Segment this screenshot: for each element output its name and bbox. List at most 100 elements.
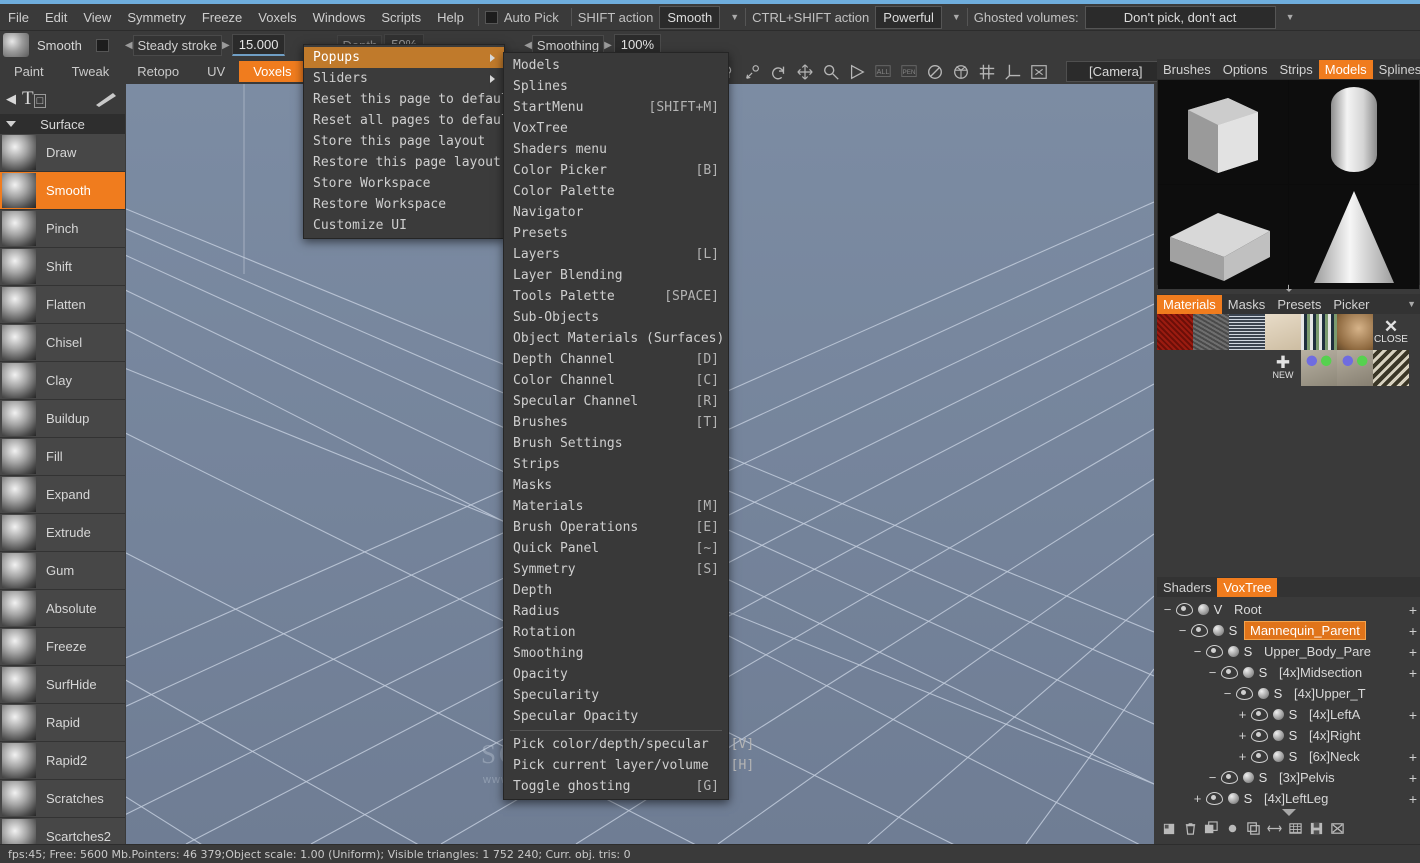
- voxtree-node-name[interactable]: [4x]LeftA: [1304, 706, 1365, 723]
- windows-menu-item[interactable]: Store Workspace: [304, 173, 504, 194]
- material-swatch-gems-1[interactable]: [1301, 350, 1337, 386]
- popups-menu-item[interactable]: Specular Opacity: [504, 706, 728, 727]
- add-volume-icon[interactable]: [1162, 821, 1177, 836]
- brush-stroke-icon[interactable]: [93, 90, 119, 108]
- add-child-icon[interactable]: +: [1409, 623, 1417, 639]
- popups-menu-item[interactable]: Layer Blending: [504, 265, 728, 286]
- tool-surfhide[interactable]: SurfHide: [0, 666, 125, 704]
- add-child-icon[interactable]: +: [1409, 602, 1417, 618]
- expand-icon[interactable]: +: [1236, 707, 1249, 722]
- menu-file[interactable]: File: [0, 7, 37, 28]
- tab-splines[interactable]: Splines: [1373, 60, 1420, 79]
- tool-expand[interactable]: Expand: [0, 476, 125, 514]
- zoom-icon[interactable]: [822, 63, 840, 81]
- chevron-down-icon[interactable]: ▼: [730, 12, 739, 22]
- steady-stroke-checkbox[interactable]: [95, 38, 109, 52]
- windows-menu-item[interactable]: Store this page layout: [304, 131, 504, 152]
- popups-menu-item[interactable]: Rotation: [504, 622, 728, 643]
- visibility-eye-icon[interactable]: [1236, 687, 1253, 700]
- popups-menu-item[interactable]: Quick Panel [~]: [504, 538, 728, 559]
- mode-tab-tweak[interactable]: Tweak: [58, 61, 124, 82]
- visibility-eye-icon[interactable]: [1191, 624, 1208, 637]
- popups-menu-item[interactable]: Depth: [504, 580, 728, 601]
- text-tool-icon[interactable]: T □: [22, 88, 47, 110]
- tool-buildup[interactable]: Buildup: [0, 400, 125, 438]
- tab-presets[interactable]: Presets: [1271, 295, 1327, 314]
- tool-flatten[interactable]: Flatten: [0, 286, 125, 324]
- chevron-down-icon[interactable]: ▼: [952, 12, 961, 22]
- voxtree-node-name[interactable]: Upper_Body_Pare: [1259, 643, 1376, 660]
- windows-menu-item[interactable]: Sliders: [304, 68, 504, 89]
- popups-menu-item[interactable]: Materials [M]: [504, 496, 728, 517]
- voxtree-row[interactable]: − V Root +: [1157, 599, 1420, 620]
- model-cube[interactable]: [1158, 80, 1288, 184]
- chevron-down-icon[interactable]: [6, 121, 16, 127]
- material-swatch-grey[interactable]: [1193, 314, 1229, 350]
- model-capsule[interactable]: [1289, 80, 1419, 184]
- popups-menu-item[interactable]: Brushes [T]: [504, 412, 728, 433]
- popups-menu-item[interactable]: Shaders menu: [504, 139, 728, 160]
- move-icon[interactable]: [796, 63, 814, 81]
- current-brush-icon[interactable]: [3, 33, 29, 57]
- voxtree-row[interactable]: − S Mannequin_Parent +: [1157, 620, 1420, 641]
- undo-rotate-icon[interactable]: [770, 63, 788, 81]
- popups-menu-item[interactable]: Depth Channel [D]: [504, 349, 728, 370]
- voxtree-node-name[interactable]: [6x]Neck: [1304, 748, 1365, 765]
- model-flat-box[interactable]: [1158, 185, 1288, 289]
- shader-sphere-icon[interactable]: [1258, 688, 1269, 699]
- tool-gum[interactable]: Gum: [0, 552, 125, 590]
- tab-models[interactable]: Models: [1318, 59, 1373, 79]
- voxtree-row[interactable]: − S [4x]Upper_T: [1157, 683, 1420, 704]
- collapse-icon[interactable]: −: [1191, 644, 1204, 659]
- add-child-icon[interactable]: +: [1409, 791, 1417, 807]
- popups-menu-item[interactable]: Object Materials (Surfaces): [504, 328, 728, 349]
- collapse-icon[interactable]: −: [1176, 623, 1189, 638]
- shader-sphere-icon[interactable]: [1228, 646, 1239, 657]
- tool-group-header[interactable]: Surface: [0, 114, 125, 134]
- material-swatch-camo[interactable]: [1373, 350, 1409, 386]
- shader-sphere-icon[interactable]: [1228, 793, 1239, 804]
- sphere-icon[interactable]: [1225, 821, 1240, 836]
- tool-fill[interactable]: Fill: [0, 438, 125, 476]
- tool-draw[interactable]: Draw: [0, 134, 125, 172]
- popups-menu-item[interactable]: Pick current layer/volume [H]: [504, 755, 754, 776]
- ctrl-shift-action-combo[interactable]: Powerful ▼: [875, 5, 961, 29]
- shader-sphere-icon[interactable]: [1243, 667, 1254, 678]
- slider-decrement-icon[interactable]: ◀: [125, 40, 133, 51]
- material-slot-empty-3[interactable]: [1229, 350, 1265, 386]
- windows-menu-item[interactable]: Reset this page to default: [304, 89, 517, 110]
- export-icon[interactable]: [1309, 821, 1324, 836]
- tool-clay[interactable]: Clay: [0, 362, 125, 400]
- voxtree-node-name[interactable]: [4x]Right: [1304, 727, 1365, 744]
- voxtree-node-name[interactable]: [3x]Pelvis: [1274, 769, 1340, 786]
- play-icon[interactable]: [848, 63, 866, 81]
- voxtree-node-name[interactable]: [4x]Upper_T: [1289, 685, 1371, 702]
- visibility-eye-icon[interactable]: [1251, 729, 1268, 742]
- voxtree-node-name[interactable]: Root: [1229, 601, 1266, 618]
- voxtree-row[interactable]: − S Upper_Body_Pare +: [1157, 641, 1420, 662]
- popups-menu-item[interactable]: Specularity: [504, 685, 728, 706]
- voxtree-row[interactable]: − S [3x]Pelvis +: [1157, 767, 1420, 788]
- menu-scripts[interactable]: Scripts: [373, 7, 429, 28]
- close-panel-button[interactable]: ✕ CLOSE: [1373, 314, 1409, 350]
- tab-picker[interactable]: Picker: [1327, 295, 1375, 314]
- visibility-eye-icon[interactable]: [1176, 603, 1193, 616]
- close-vol-icon[interactable]: [1330, 821, 1345, 836]
- voxtree-row[interactable]: − S [4x]Midsection +: [1157, 662, 1420, 683]
- mode-tab-voxels[interactable]: Voxels: [239, 61, 306, 82]
- tab-strips[interactable]: Strips: [1274, 60, 1319, 79]
- material-swatch-red[interactable]: [1157, 314, 1193, 350]
- popups-menu-item[interactable]: Sub-Objects: [504, 307, 728, 328]
- popups-menu-item[interactable]: Color Channel [C]: [504, 370, 728, 391]
- voxtree-row[interactable]: + S [4x]Right: [1157, 725, 1420, 746]
- shader-sphere-icon[interactable]: [1213, 625, 1224, 636]
- collapse-icon[interactable]: −: [1206, 665, 1219, 680]
- menu-edit[interactable]: Edit: [37, 7, 75, 28]
- voxtree-node-name[interactable]: [4x]Midsection: [1274, 664, 1367, 681]
- popups-menu-item[interactable]: Color Picker [B]: [504, 160, 728, 181]
- popups-menu-item[interactable]: Strips: [504, 454, 728, 475]
- tool-rapid2[interactable]: Rapid2: [0, 742, 125, 780]
- tool-chisel[interactable]: Chisel: [0, 324, 125, 362]
- mode-tab-paint[interactable]: Paint: [0, 61, 58, 82]
- popups-menu-item[interactable]: Smoothing: [504, 643, 728, 664]
